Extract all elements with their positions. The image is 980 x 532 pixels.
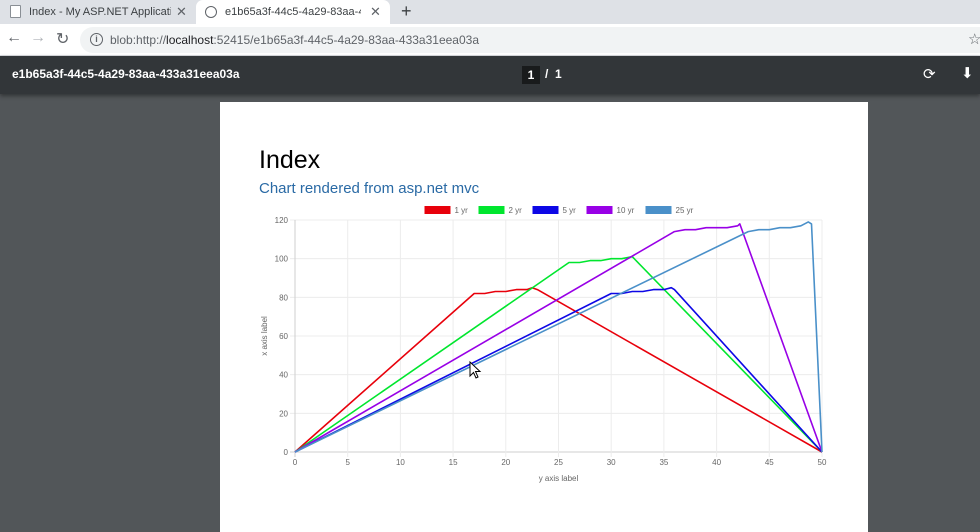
x-tick-label: 35 <box>659 458 668 467</box>
tab-blob[interactable]: e1b65a3f-44c5-4a29-83aa-433a ✕ <box>196 0 390 24</box>
rotate-icon[interactable]: ⟳ <box>923 65 936 83</box>
x-tick-label: 5 <box>345 458 350 467</box>
x-tick-label: 15 <box>449 458 458 467</box>
download-icon[interactable]: ⬇ <box>961 64 974 82</box>
legend-label: 25 yr <box>676 206 694 215</box>
page-separator: / <box>545 67 549 81</box>
x-tick-label: 20 <box>501 458 510 467</box>
legend-swatch <box>424 206 451 214</box>
legend-swatch <box>645 206 672 214</box>
pdf-page: Index Chart rendered from asp.net mvc 02… <box>220 102 868 532</box>
x-tick-label: 30 <box>607 458 616 467</box>
close-icon[interactable]: ✕ <box>176 4 187 20</box>
forward-arrow-icon[interactable]: → <box>30 29 46 47</box>
pdf-title: e1b65a3f-44c5-4a29-83aa-433a31eea03a <box>12 67 240 81</box>
y-tick-label: 60 <box>279 332 288 341</box>
tab-strip: Index - My ASP.NET Application ✕ e1b65a3… <box>0 0 980 24</box>
info-icon[interactable]: i <box>90 33 103 46</box>
x-tick-label: 45 <box>765 458 774 467</box>
y-tick-label: 80 <box>279 293 288 302</box>
line-chart: 0 20 40 60 80 100 120 0 5 10 15 20 25 30 35 40 45 50 y axi… <box>260 206 827 483</box>
bookmark-star-icon[interactable]: ☆ <box>968 30 980 48</box>
browser-toolbar: ← → ↻ i blob:http://localhost:52415/e1b6… <box>0 24 980 56</box>
tab-title: e1b65a3f-44c5-4a29-83aa-433a <box>225 6 361 18</box>
url-text[interactable]: blob:http://localhost:52415/e1b65a3f-44c… <box>110 33 479 47</box>
reload-icon[interactable]: ↻ <box>56 29 69 49</box>
globe-icon <box>205 6 217 18</box>
legend-swatch <box>586 206 613 214</box>
x-tick-label: 50 <box>818 458 827 467</box>
page-number-input[interactable]: 1 <box>522 66 540 84</box>
y-tick-label: 40 <box>279 371 288 380</box>
page-icon <box>10 5 21 18</box>
legend-label: 5 yr <box>563 206 577 215</box>
tab-title: Index - My ASP.NET Application <box>29 6 171 18</box>
new-tab-button[interactable]: + <box>401 1 412 22</box>
y-axis-title: x axis label <box>260 316 269 356</box>
x-tick-label: 0 <box>293 458 298 467</box>
legend-label: 10 yr <box>617 206 635 215</box>
x-tick-label: 25 <box>554 458 563 467</box>
address-bar[interactable]: i blob:http://localhost:52415/e1b65a3f-4… <box>80 27 980 53</box>
x-tick-label: 10 <box>396 458 405 467</box>
legend-label: 1 yr <box>455 206 469 215</box>
back-arrow-icon[interactable]: ← <box>6 29 22 47</box>
x-axis-title: y axis label <box>539 474 579 483</box>
pdf-toolbar: e1b65a3f-44c5-4a29-83aa-433a31eea03a 1 /… <box>0 56 980 94</box>
y-tick-label: 100 <box>275 255 289 264</box>
x-tick-label: 40 <box>712 458 721 467</box>
legend-swatch <box>532 206 559 214</box>
tab-index[interactable]: Index - My ASP.NET Application ✕ <box>0 0 196 24</box>
y-tick-label: 20 <box>279 409 288 418</box>
y-tick-label: 0 <box>284 448 289 457</box>
y-tick-label: 120 <box>275 216 289 225</box>
page-count: 1 <box>555 67 562 81</box>
close-icon[interactable]: ✕ <box>370 4 381 20</box>
legend-swatch <box>478 206 505 214</box>
legend-label: 2 yr <box>509 206 523 215</box>
